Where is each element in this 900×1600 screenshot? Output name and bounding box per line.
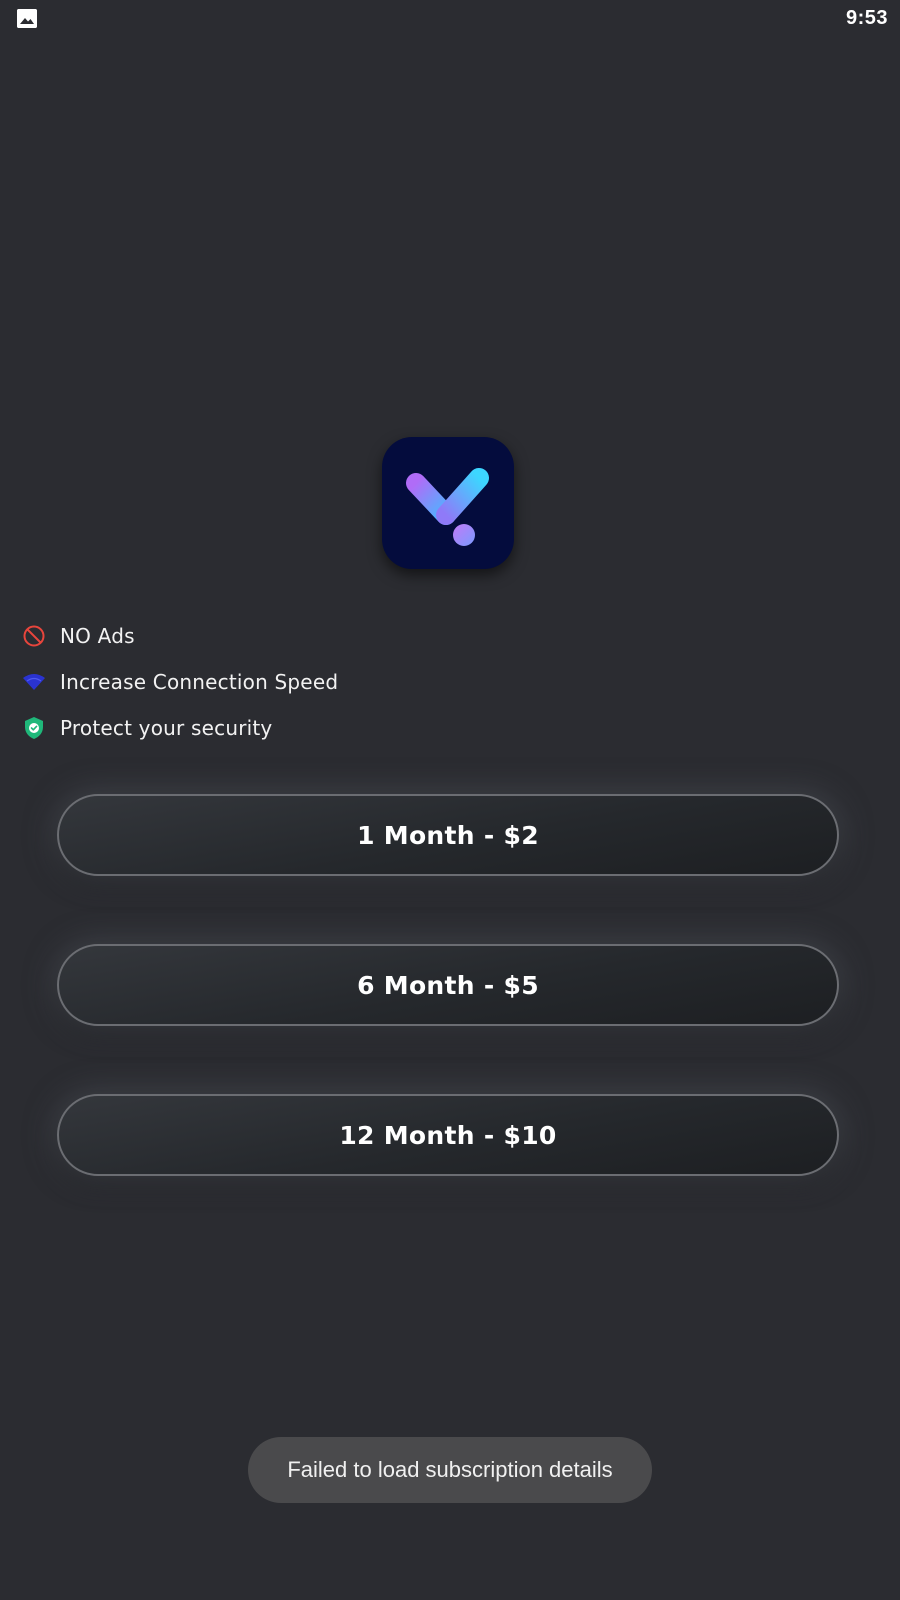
feature-connection-speed: Increase Connection Speed — [22, 666, 338, 698]
feature-label: Protect your security — [60, 716, 273, 740]
plan-6-month-button[interactable]: 6 Month - $5 — [57, 944, 839, 1026]
plan-12-month-button[interactable]: 12 Month - $10 — [57, 1094, 839, 1176]
plan-label: 6 Month - $5 — [357, 970, 539, 1000]
shield-check-icon — [22, 716, 46, 740]
wifi-icon — [22, 670, 46, 694]
app-logo — [382, 437, 514, 569]
feature-no-ads: NO Ads — [22, 620, 135, 652]
feature-label: NO Ads — [60, 624, 135, 648]
plan-1-month-button[interactable]: 1 Month - $2 — [57, 794, 839, 876]
status-time: 9:53 — [845, 7, 888, 29]
plan-label: 12 Month - $10 — [339, 1120, 557, 1150]
app-logo-check-icon — [406, 468, 489, 546]
plan-label: 1 Month - $2 — [357, 820, 539, 850]
toast-message: Failed to load subscription details — [287, 1457, 613, 1482]
no-ads-icon — [22, 624, 46, 648]
feature-label: Increase Connection Speed — [60, 670, 339, 694]
status-bar: 9:53 — [0, 0, 900, 40]
image-icon — [17, 9, 37, 28]
feature-security: Protect your security — [22, 712, 272, 744]
error-toast: Failed to load subscription details — [248, 1437, 652, 1503]
